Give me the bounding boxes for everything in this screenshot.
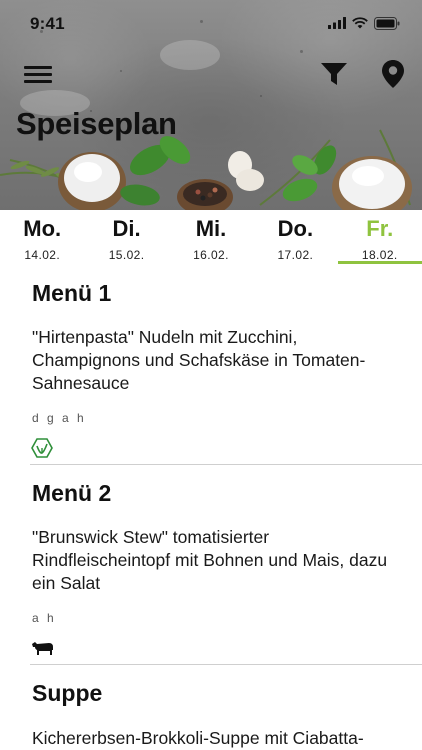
allergen-codes: a h — [32, 611, 57, 625]
tab-date-label: 17.02. — [277, 248, 314, 262]
status-time: 9:41 — [30, 14, 65, 33]
menu-title: Menü 1 — [32, 280, 112, 306]
wifi-icon — [352, 17, 368, 29]
filter-icon[interactable] — [320, 60, 348, 88]
menu-title: Suppe — [32, 680, 103, 706]
tab-day-label: Fr. — [366, 216, 394, 241]
menu-title: Menü 2 — [32, 480, 112, 506]
tab-monday[interactable]: Mo. 14.02. — [0, 210, 84, 266]
tab-tuesday[interactable]: Di. 15.02. — [84, 210, 168, 266]
status-bar: 9:41 — [0, 0, 422, 48]
day-tabs: Mo. 14.02. Di. 15.02. Mi. 16.02. Do. 17.… — [0, 210, 422, 266]
tab-day-label: Di. — [112, 216, 141, 241]
active-tab-indicator — [338, 261, 422, 264]
tab-wednesday[interactable]: Mi. 16.02. — [169, 210, 253, 266]
tab-date-label: 15.02. — [108, 248, 145, 262]
menu-description: "Brunswick Stew" tomatisierter Rindfleis… — [32, 527, 388, 593]
header-image: 9:41 Speiseplan — [0, 0, 422, 210]
tab-date-label: 14.02. — [24, 248, 61, 262]
divider — [30, 664, 422, 665]
page-title: Speiseplan — [16, 106, 177, 141]
tab-date-label: 18.02. — [361, 248, 398, 262]
menu-description: Kichererbsen-Brokkoli-Suppe mit Ciabatta… — [32, 728, 364, 748]
divider — [30, 464, 422, 465]
vegetarian-leaf-icon — [31, 438, 53, 458]
battery-icon — [374, 16, 400, 30]
tab-date-label: 16.02. — [193, 248, 229, 262]
tab-friday[interactable]: Fr. 18.02. — [338, 210, 422, 266]
menu-description: "Hirtenpasta" Nudeln mit Zucchini, Champ… — [32, 327, 366, 393]
beef-cow-icon — [32, 642, 53, 655]
status-icons — [328, 15, 400, 31]
allergen-codes: d g a h — [32, 411, 87, 425]
hamburger-menu-icon[interactable] — [24, 64, 52, 84]
tab-day-label: Mi. — [195, 216, 227, 241]
tab-day-label: Mo. — [23, 216, 62, 241]
location-pin-icon[interactable] — [381, 59, 405, 89]
tab-thursday[interactable]: Do. 17.02. — [253, 210, 337, 266]
cellular-signal-icon — [328, 17, 346, 29]
tab-day-label: Do. — [277, 216, 314, 241]
